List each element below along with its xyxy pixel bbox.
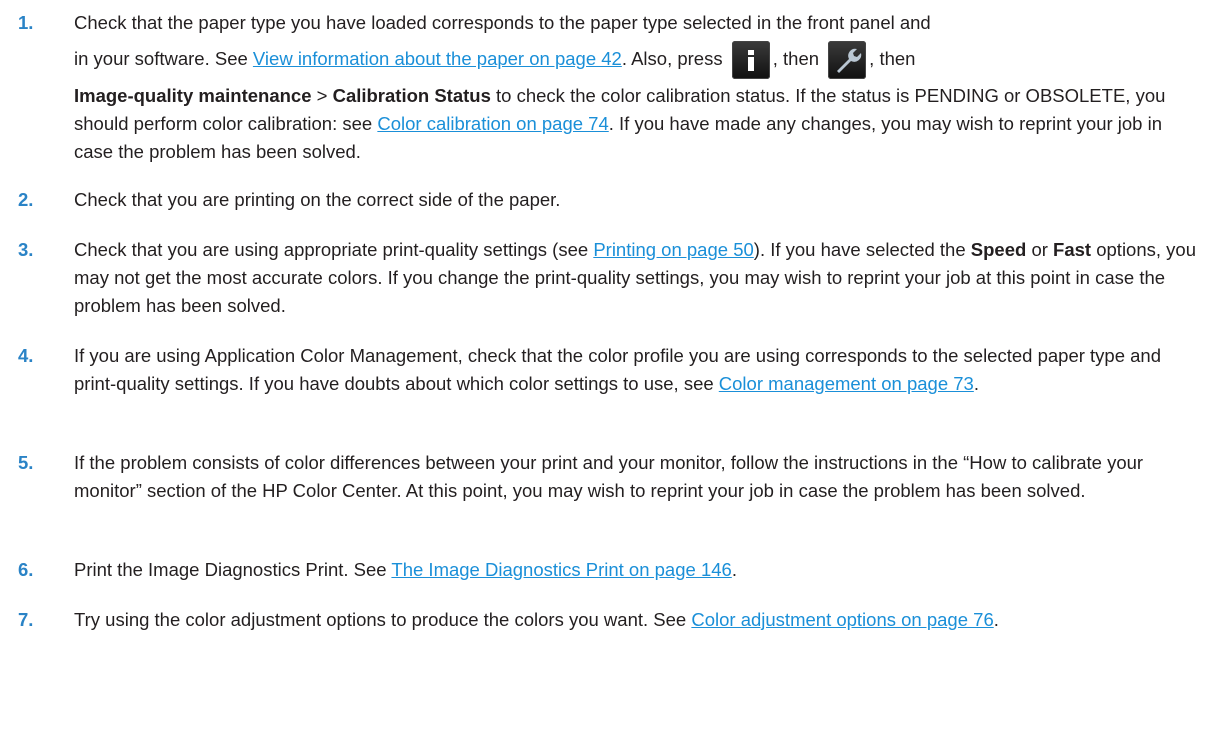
step-text: If you are using Application Color Manag… — [74, 345, 1162, 394]
step-number: 1. — [18, 12, 34, 33]
step-text: If the problem consists of color differe… — [74, 452, 1144, 501]
link-image-diagnostics[interactable]: The Image Diagnostics Print on page 146 — [391, 559, 731, 580]
step-number: 4. — [18, 345, 34, 366]
info-icon[interactable] — [731, 41, 770, 80]
link-color-adjustment[interactable]: Color adjustment options on page 76 — [691, 609, 993, 630]
step-number: 2. — [18, 189, 34, 210]
step-text: Try using the color adjustment options t… — [74, 609, 999, 630]
step-text: Print the Image Diagnostics Print. See T… — [74, 559, 737, 580]
step-line: in your software. See View information a… — [74, 41, 915, 80]
step-text: Check that you are using appropriate pri… — [74, 239, 1196, 316]
manual-page: 1. Check that the paper type you have lo… — [0, 0, 1221, 753]
step-number: 5. — [18, 452, 34, 473]
step-paragraph: Image-quality maintenance > Calibration … — [74, 85, 1166, 162]
step-line: Check that the paper type you have loade… — [74, 12, 931, 33]
link-color-calibration[interactable]: Color calibration on page 74 — [377, 113, 608, 134]
step-number: 7. — [18, 609, 34, 630]
step-text: Check that you are printing on the corre… — [74, 189, 561, 210]
wrench-icon[interactable] — [828, 41, 867, 80]
link-printing[interactable]: Printing on page 50 — [593, 239, 753, 260]
link-paper-info[interactable]: View information about the paper on page… — [253, 48, 622, 69]
link-color-management[interactable]: Color management on page 73 — [719, 373, 974, 394]
step-number: 6. — [18, 559, 34, 580]
step-number: 3. — [18, 239, 34, 260]
